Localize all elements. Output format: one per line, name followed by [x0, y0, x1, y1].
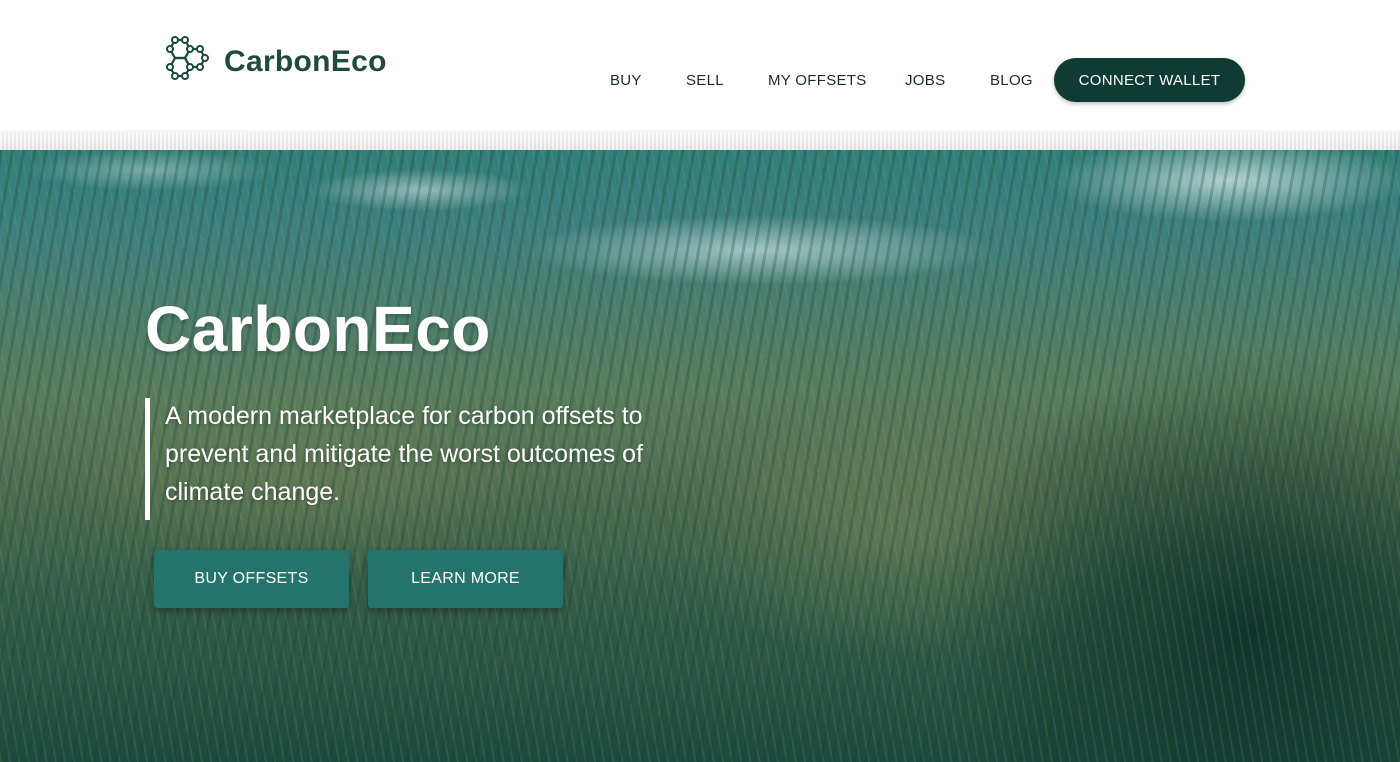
tagline-accent-bar	[145, 398, 150, 520]
buy-offsets-button[interactable]: BUY OFFSETS	[154, 550, 349, 608]
header-divider	[0, 130, 1400, 150]
hero-tagline: A modern marketplace for carbon offsets …	[165, 402, 644, 506]
learn-more-button[interactable]: LEARN MORE	[368, 550, 563, 608]
site-header: CarbonEco BUY SELL MY OFFSETS JOBS BLOG …	[0, 0, 1400, 130]
nav-link-jobs[interactable]: JOBS	[905, 58, 945, 104]
hero-title: CarbonEco	[145, 293, 491, 365]
main-nav: BUY SELL MY OFFSETS JOBS BLOG CONNECT WA…	[0, 58, 1400, 104]
nav-link-blog[interactable]: BLOG	[990, 58, 1033, 104]
nav-link-my-offsets[interactable]: MY OFFSETS	[768, 58, 867, 104]
hero-section: CarbonEco A modern marketplace for carbo…	[0, 150, 1400, 762]
nav-link-buy[interactable]: BUY	[610, 58, 642, 104]
nav-link-sell[interactable]: SELL	[686, 58, 724, 104]
connect-wallet-button[interactable]: CONNECT WALLET	[1054, 58, 1245, 102]
